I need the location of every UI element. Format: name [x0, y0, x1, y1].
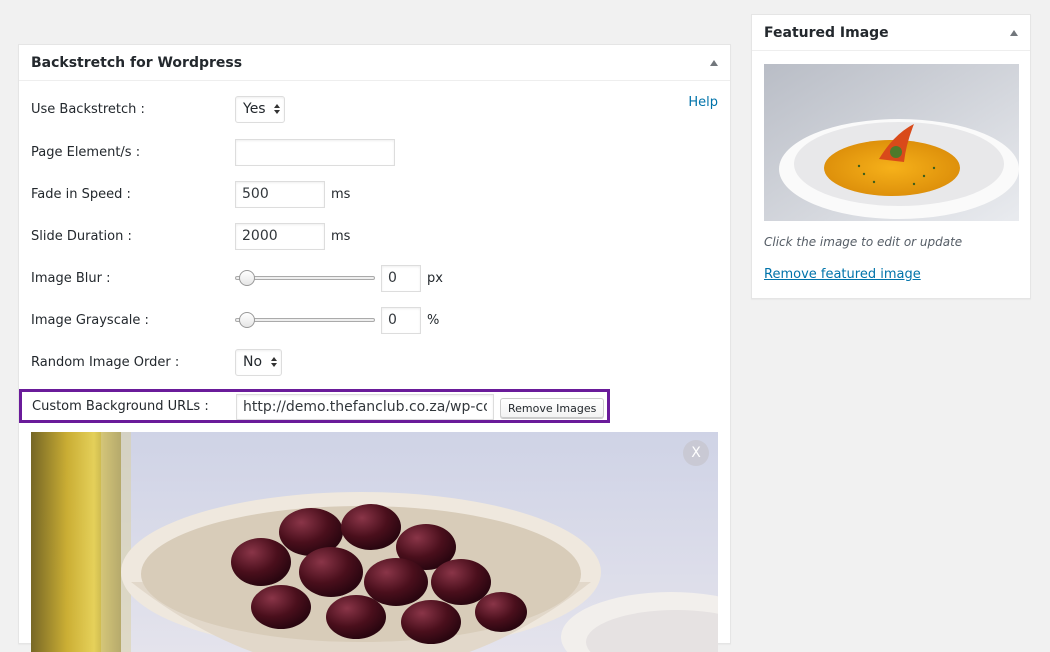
fade-speed-input[interactable] — [235, 180, 325, 208]
featured-image-caption: Click the image to edit or update — [764, 235, 963, 249]
fade-speed-unit: ms — [331, 186, 351, 202]
featured-image-header[interactable]: Featured Image — [752, 15, 1030, 51]
image-grayscale-input[interactable] — [381, 306, 421, 334]
slide-duration-input[interactable] — [235, 222, 325, 250]
random-order-label: Random Image Order : — [31, 354, 180, 370]
help-link[interactable]: Help — [688, 95, 718, 110]
use-backstretch-label: Use Backstretch : — [31, 101, 145, 117]
page-elements-input[interactable] — [235, 138, 395, 166]
image-blur-slider[interactable] — [235, 270, 375, 286]
slider-track — [235, 276, 375, 280]
image-grayscale-unit: % — [427, 312, 440, 328]
featured-image-title: Featured Image — [764, 24, 889, 41]
image-blur-unit: px — [427, 270, 443, 286]
metabox-header[interactable]: Backstretch for Wordpress — [19, 45, 730, 81]
slider-thumb[interactable] — [239, 312, 255, 328]
custom-urls-label: Custom Background URLs : — [32, 399, 209, 414]
image-blur-input[interactable] — [381, 264, 421, 292]
remove-images-button[interactable]: Remove Images — [500, 398, 605, 418]
remove-featured-image-link[interactable]: Remove featured image — [764, 267, 921, 282]
soup-photo — [764, 64, 1019, 221]
featured-image-thumbnail[interactable] — [764, 64, 1019, 221]
metabox-title: Backstretch for Wordpress — [31, 54, 243, 71]
image-grayscale-slider[interactable] — [235, 312, 375, 328]
slide-duration-unit: ms — [331, 228, 351, 244]
collapse-toggle-icon[interactable] — [710, 59, 718, 66]
fade-speed-label: Fade in Speed : — [31, 186, 131, 202]
image-grayscale-label: Image Grayscale : — [31, 312, 149, 328]
custom-urls-row: Custom Background URLs : Remove Images — [19, 389, 610, 423]
page-elements-label: Page Element/s : — [31, 144, 141, 160]
slide-duration-label: Slide Duration : — [31, 228, 132, 244]
use-backstretch-select[interactable]: Yes — [235, 95, 285, 123]
random-order-select[interactable]: No — [235, 348, 282, 376]
background-preview-image: X — [31, 432, 718, 652]
close-preview-button[interactable]: X — [683, 440, 709, 466]
featured-image-metabox: Featured Image Click the image to edit o… — [751, 14, 1031, 299]
slider-track — [235, 318, 375, 322]
image-blur-label: Image Blur : — [31, 270, 111, 286]
slider-thumb[interactable] — [239, 270, 255, 286]
backstretch-metabox: Backstretch for Wordpress Help Use Backs… — [18, 44, 731, 652]
collapse-toggle-icon[interactable] — [1010, 29, 1018, 36]
olives-photo — [31, 432, 718, 652]
custom-urls-input[interactable] — [236, 394, 494, 420]
